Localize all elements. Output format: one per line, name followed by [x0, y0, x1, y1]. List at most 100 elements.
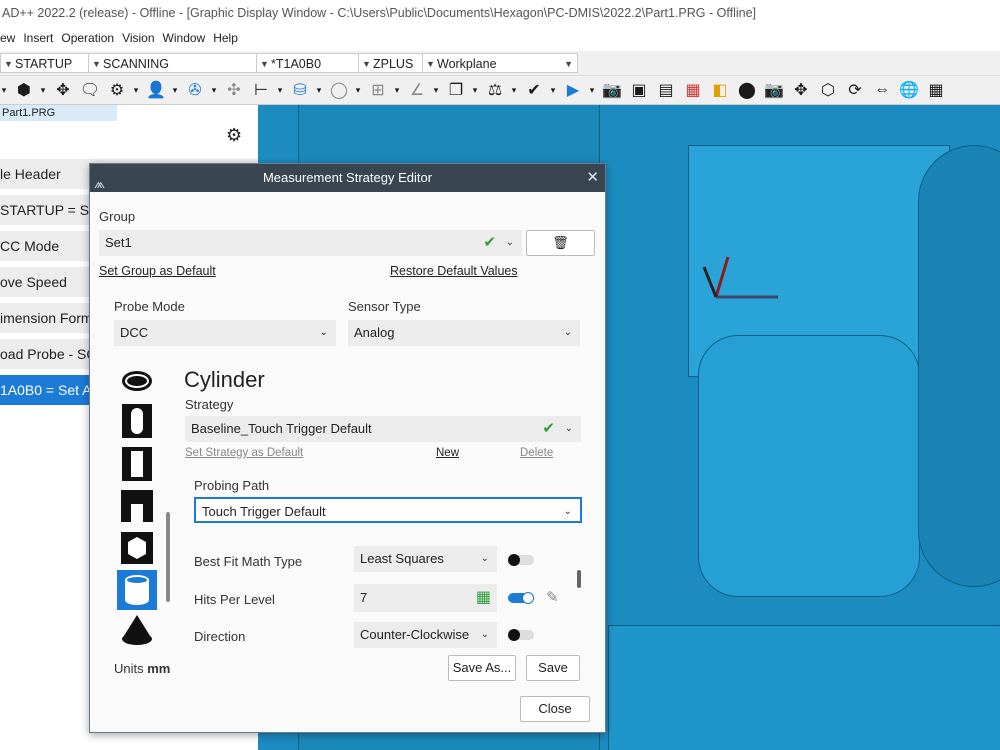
- save-as-button[interactable]: Save As...: [448, 655, 516, 681]
- dropdown-arrow-icon[interactable]: ▾: [171, 78, 179, 102]
- gear-icon[interactable]: ⚙: [226, 125, 242, 146]
- keypad-icon[interactable]: ▦: [476, 584, 491, 612]
- workplane-combo[interactable]: ▼ Workplane ▼: [422, 53, 578, 73]
- dropdown-arrow-icon[interactable]: ▾: [432, 78, 440, 102]
- grid-view-icon[interactable]: ▦: [924, 78, 948, 102]
- group-label: Group: [99, 209, 136, 224]
- dropdown-arrow-icon[interactable]: ▾: [132, 78, 140, 102]
- probe-mode-select[interactable]: DCC ⌄: [114, 320, 336, 346]
- group-select[interactable]: Set1 ✔ ⌄: [99, 230, 522, 256]
- circle-feature-icon[interactable]: [120, 364, 154, 398]
- file-tab[interactable]: Part1.PRG: [0, 105, 117, 121]
- cube-icon[interactable]: ⬢: [12, 78, 36, 102]
- close-icon[interactable]: ✕: [586, 164, 599, 192]
- best-fit-toggle[interactable]: [508, 554, 534, 566]
- close-button[interactable]: Close: [520, 696, 590, 722]
- display-icon[interactable]: ▣: [627, 78, 651, 102]
- compass-icon[interactable]: ✇: [183, 78, 207, 102]
- dropdown-arrow-icon[interactable]: ▾: [276, 78, 284, 102]
- hits-per-level-label: Hits Per Level: [194, 592, 275, 607]
- menu-window[interactable]: Window: [163, 31, 206, 45]
- camera-icon[interactable]: 📷: [600, 78, 624, 102]
- dropdown-arrow-icon[interactable]: ▾: [393, 78, 401, 102]
- cylinder-icon[interactable]: ⛁: [288, 78, 312, 102]
- best-fit-select[interactable]: Least Squares ⌄: [354, 546, 497, 572]
- slot-feature-icon[interactable]: [120, 404, 154, 438]
- check-icon[interactable]: ✔: [522, 78, 546, 102]
- chevron-down-icon: ▼: [362, 59, 371, 69]
- part-thread: [918, 145, 1000, 587]
- part-base: [608, 625, 1000, 750]
- pencil-icon[interactable]: ✎: [546, 588, 559, 606]
- strategy-label: Strategy: [185, 397, 234, 412]
- hits-per-level-input[interactable]: 7 ▦: [354, 584, 497, 612]
- set-strategy-default-link[interactable]: Set Strategy as Default: [185, 447, 303, 459]
- toggle-knob: [508, 554, 520, 566]
- menu-insert[interactable]: Insert: [23, 31, 53, 45]
- sensor-type-select[interactable]: Analog ⌄: [348, 320, 580, 346]
- startup-combo[interactable]: ▼ STARTUP: [0, 53, 94, 73]
- menu-operation[interactable]: Operation: [61, 31, 114, 45]
- display-alt-icon[interactable]: ▤: [654, 78, 678, 102]
- delete-strategy-link[interactable]: Delete: [520, 447, 553, 459]
- polygon-feature-icon[interactable]: [120, 531, 154, 565]
- dropdown-arrow-icon[interactable]: ▾: [0, 78, 8, 102]
- dropdown-arrow-icon[interactable]: ▾: [39, 78, 47, 102]
- angle-icon[interactable]: ∠: [405, 78, 429, 102]
- probing-path-select[interactable]: Touch Trigger Default ⌄: [194, 497, 582, 523]
- set-group-default-link[interactable]: Set Group as Default: [99, 264, 216, 278]
- dropdown-arrow-icon[interactable]: ▾: [471, 78, 479, 102]
- move-view-icon[interactable]: ✥: [789, 78, 813, 102]
- shapes-icon[interactable]: ◧: [708, 78, 732, 102]
- save-button[interactable]: Save: [526, 655, 580, 681]
- zplus-combo[interactable]: ▼ ZPLUS: [358, 53, 430, 73]
- grid-icon[interactable]: ⊞: [366, 78, 390, 102]
- cone-feature-icon[interactable]: [120, 614, 154, 648]
- dropdown-arrow-icon[interactable]: ▾: [588, 78, 596, 102]
- settings-gears-icon[interactable]: ⚙: [105, 78, 129, 102]
- dropdown-arrow-icon[interactable]: ▾: [315, 78, 323, 102]
- window-title: AD++ 2022.2 (release) - Offline - [Graph…: [0, 0, 1000, 26]
- feature-list-scrollbar[interactable]: [166, 512, 170, 602]
- globe-icon[interactable]: 🌐: [897, 78, 921, 102]
- direction-select[interactable]: Counter-Clockwise ⌄: [354, 622, 497, 648]
- probe-tip-combo[interactable]: ▼ *T1A0B0: [256, 53, 368, 73]
- dropdown-arrow-icon[interactable]: ▾: [354, 78, 362, 102]
- copy-icon[interactable]: ❐: [444, 78, 468, 102]
- restore-defaults-link[interactable]: Restore Default Values: [390, 264, 518, 278]
- menu-view[interactable]: ew: [0, 31, 15, 45]
- dialog-title-bar[interactable]: ⩕ Measurement Strategy Editor ✕: [90, 164, 605, 192]
- axis-move-icon[interactable]: ✣: [222, 78, 246, 102]
- move-icon[interactable]: ✥: [51, 78, 75, 102]
- scanning-combo[interactable]: ▼ SCANNING: [88, 53, 266, 73]
- operator-icon[interactable]: 👤: [144, 78, 168, 102]
- menu-help[interactable]: Help: [213, 31, 238, 45]
- direction-toggle[interactable]: [508, 629, 534, 641]
- circle-icon[interactable]: ◯: [327, 78, 351, 102]
- color-icon[interactable]: ▦: [681, 78, 705, 102]
- delete-group-button[interactable]: 🗑: [526, 230, 595, 256]
- camera-2-icon[interactable]: 📷: [762, 78, 786, 102]
- cylinder-feature-icon[interactable]: [117, 570, 157, 610]
- menu-vision[interactable]: Vision: [122, 31, 154, 45]
- play-icon[interactable]: ▶: [561, 78, 585, 102]
- comment-icon[interactable]: 🗨: [78, 78, 102, 102]
- square-slot-feature-icon[interactable]: [120, 447, 154, 481]
- dropdown-arrow-icon[interactable]: ▾: [549, 78, 557, 102]
- strategy-select[interactable]: Baseline_Touch Trigger Default ✔ ⌄: [185, 416, 581, 442]
- parameter-scrollbar[interactable]: [577, 570, 581, 588]
- notch-feature-icon[interactable]: [120, 489, 154, 523]
- rotate-icon[interactable]: ⟳: [843, 78, 867, 102]
- dropdown-arrow-icon[interactable]: ▾: [510, 78, 518, 102]
- hits-per-level-toggle[interactable]: [508, 592, 534, 604]
- sensor-type-label: Sensor Type: [348, 299, 421, 314]
- new-strategy-link[interactable]: New: [436, 447, 459, 459]
- check-icon: ✔: [483, 234, 496, 251]
- iso-view-icon[interactable]: ⬡: [816, 78, 840, 102]
- toggle-knob: [508, 629, 520, 641]
- tolerance-icon[interactable]: ⚖: [483, 78, 507, 102]
- dropdown-arrow-icon[interactable]: ▾: [210, 78, 218, 102]
- fit-icon[interactable]: ⇔: [870, 78, 894, 102]
- circle-filled-icon[interactable]: ⬤: [735, 78, 759, 102]
- probe-change-icon[interactable]: ⊢: [249, 78, 273, 102]
